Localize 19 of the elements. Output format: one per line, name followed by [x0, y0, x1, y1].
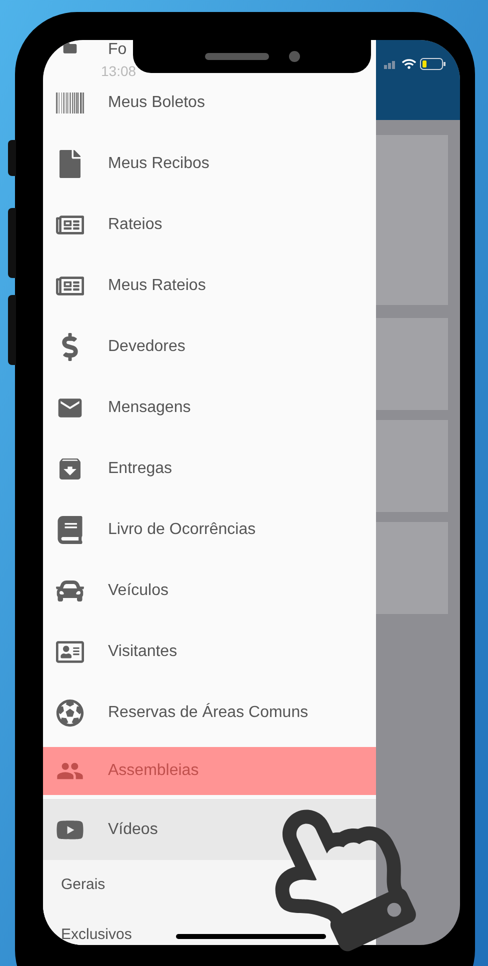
battery-icon [420, 58, 446, 70]
drawer-item[interactable]: Veículos [43, 560, 376, 621]
drawer-item[interactable]: Devedores [43, 316, 376, 377]
drawer-item[interactable]: Livro de Ocorrências [43, 499, 376, 560]
drawer-item[interactable]: Entregas [43, 438, 376, 499]
drawer-item[interactable]: Rateios [43, 194, 376, 255]
drawer-item[interactable]: Meus Recibos [43, 133, 376, 194]
drawer-subitem[interactable]: Gerais [61, 874, 106, 896]
book-icon [56, 516, 84, 544]
signal-icon [384, 59, 398, 69]
speaker-grille [204, 53, 268, 60]
drawer-item[interactable]: Visitantes [43, 621, 376, 682]
status-time: 13:08 [101, 64, 136, 78]
drawer-item[interactable]: Reservas de Áreas Comuns [43, 682, 376, 743]
drawer-item[interactable]: Mensagens [43, 377, 376, 438]
drawer-item[interactable]: Meus Rateios [43, 255, 376, 316]
wifi-icon [402, 58, 416, 70]
drawer-subitem[interactable]: Exclusivos [61, 924, 132, 945]
drawer-item[interactable]: Fo [43, 40, 133, 60]
